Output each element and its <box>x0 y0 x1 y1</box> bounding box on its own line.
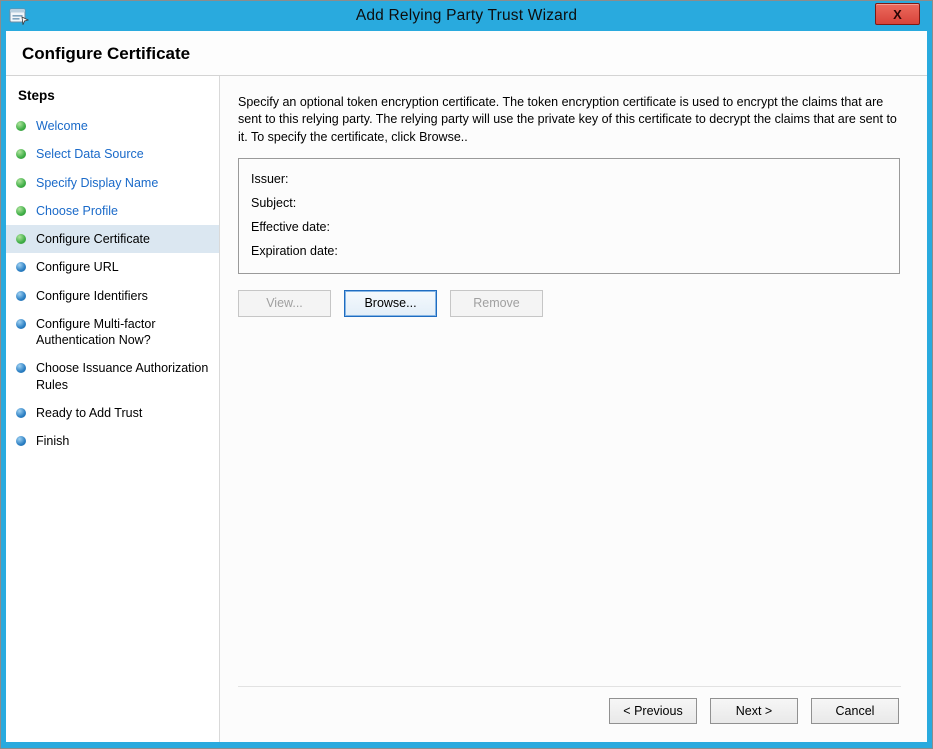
effective-date-label: Effective date: <box>251 215 887 239</box>
sidebar-item-welcome[interactable]: Welcome <box>6 112 219 140</box>
app-icon <box>9 7 29 25</box>
wizard-window: Add Relying Party Trust Wizard X Configu… <box>0 0 933 749</box>
steps-heading: Steps <box>6 84 219 112</box>
window-title: Add Relying Party Trust Wizard <box>6 7 927 25</box>
step-done-icon <box>16 121 26 131</box>
step-todo-icon <box>16 319 26 329</box>
step-todo-icon <box>16 262 26 272</box>
sidebar-item-select-data-source[interactable]: Select Data Source <box>6 140 219 168</box>
steps-sidebar: Steps Welcome Select Data Source Specify… <box>6 76 220 742</box>
next-button[interactable]: Next > <box>710 698 798 724</box>
certificate-details-box: Issuer: Subject: Effective date: Expirat… <box>238 158 900 274</box>
certificate-actions: View... Browse... Remove <box>238 290 901 317</box>
step-todo-icon <box>16 436 26 446</box>
page-header: Configure Certificate <box>6 31 927 76</box>
previous-button[interactable]: < Previous <box>609 698 697 724</box>
step-todo-icon <box>16 363 26 373</box>
wizard-navigation: < Previous Next > Cancel <box>238 686 901 728</box>
page-title: Configure Certificate <box>22 44 911 64</box>
sidebar-item-configure-mfa: Configure Multi-factor Authentication No… <box>6 310 219 355</box>
step-todo-icon <box>16 408 26 418</box>
titlebar: Add Relying Party Trust Wizard X <box>6 1 927 31</box>
sidebar-item-choose-profile[interactable]: Choose Profile <box>6 197 219 225</box>
step-todo-icon <box>16 291 26 301</box>
sidebar-item-specify-display-name[interactable]: Specify Display Name <box>6 169 219 197</box>
issuer-label: Issuer: <box>251 167 887 191</box>
remove-button[interactable]: Remove <box>450 290 543 317</box>
sidebar-item-configure-certificate: Configure Certificate <box>6 225 219 253</box>
sidebar-item-choose-issuance-rules: Choose Issuance Authorization Rules <box>6 354 219 399</box>
cancel-button[interactable]: Cancel <box>811 698 899 724</box>
instruction-text: Specify an optional token encryption cer… <box>238 94 901 146</box>
window-body: Configure Certificate Steps Welcome Sele… <box>6 31 927 742</box>
sidebar-item-configure-identifiers: Configure Identifiers <box>6 282 219 310</box>
steps-list: Welcome Select Data Source Specify Displ… <box>6 112 219 455</box>
expiration-date-label: Expiration date: <box>251 239 887 263</box>
sidebar-item-ready-to-add-trust: Ready to Add Trust <box>6 399 219 427</box>
step-done-icon <box>16 149 26 159</box>
step-done-icon <box>16 206 26 216</box>
step-done-icon <box>16 178 26 188</box>
content-pane: Specify an optional token encryption cer… <box>220 76 927 742</box>
browse-button[interactable]: Browse... <box>344 290 437 317</box>
subject-label: Subject: <box>251 191 887 215</box>
view-button[interactable]: View... <box>238 290 331 317</box>
close-button[interactable]: X <box>875 3 920 25</box>
sidebar-item-configure-url: Configure URL <box>6 253 219 281</box>
sidebar-item-finish: Finish <box>6 427 219 455</box>
step-current-icon <box>16 234 26 244</box>
